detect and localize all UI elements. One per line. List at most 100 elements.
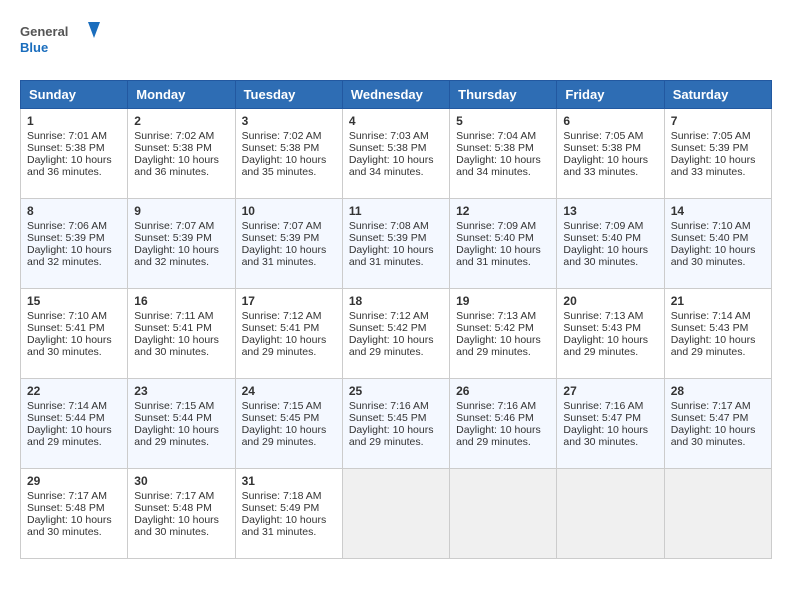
day-header-thursday: Thursday: [450, 81, 557, 109]
daylight-text: Daylight: 10 hours and 30 minutes.: [27, 334, 112, 358]
day-number: 16: [134, 294, 228, 308]
calendar-cell: 6 Sunrise: 7:05 AMSunset: 5:38 PMDaylight…: [557, 109, 664, 199]
daylight-text: Daylight: 10 hours and 33 minutes.: [671, 154, 756, 178]
sunrise-text: Sunrise: 7:13 AM: [456, 310, 536, 322]
calendar-cell: 7Sunrise: 7:05 AMSunset: 5:39 PMDaylight…: [664, 109, 771, 199]
day-number: 23: [134, 384, 228, 398]
daylight-text: Daylight: 10 hours and 29 minutes.: [456, 424, 541, 448]
sunrise-text: Sunrise: 7:18 AM: [242, 490, 322, 502]
day-header-saturday: Saturday: [664, 81, 771, 109]
daylight-text: Daylight: 10 hours and 29 minutes.: [134, 424, 219, 448]
sunset-text: Sunset: 5:38 PM: [27, 142, 105, 154]
day-number: 29: [27, 474, 121, 488]
calendar-week-row: 15Sunrise: 7:10 AMSunset: 5:41 PMDayligh…: [21, 289, 772, 379]
sunset-text: Sunset: 5:39 PM: [671, 142, 749, 154]
daylight-text: Daylight: 10 hours and 34 minutes.: [349, 154, 434, 178]
calendar-cell: 23Sunrise: 7:15 AMSunset: 5:44 PMDayligh…: [128, 379, 235, 469]
day-number: 27: [563, 384, 657, 398]
sunset-text: Sunset: 5:38 PM: [563, 142, 641, 154]
day-number: 14: [671, 204, 765, 218]
sunset-text: Sunset: 5:49 PM: [242, 502, 320, 514]
day-number: 4: [349, 114, 443, 128]
daylight-text: Daylight: 10 hours and 29 minutes.: [671, 334, 756, 358]
sunset-text: Sunset: 5:44 PM: [27, 412, 105, 424]
day-header-monday: Monday: [128, 81, 235, 109]
calendar-week-row: 29Sunrise: 7:17 AMSunset: 5:48 PMDayligh…: [21, 469, 772, 559]
sunset-text: Sunset: 5:39 PM: [242, 232, 320, 244]
sunset-text: Sunset: 5:40 PM: [456, 232, 534, 244]
sunset-text: Sunset: 5:47 PM: [671, 412, 749, 424]
day-header-wednesday: Wednesday: [342, 81, 449, 109]
day-number: 21: [671, 294, 765, 308]
calendar-cell: 1Sunrise: 7:01 AMSunset: 5:38 PMDaylight…: [21, 109, 128, 199]
calendar-table: SundayMondayTuesdayWednesdayThursdayFrid…: [20, 80, 772, 559]
calendar-cell: 21Sunrise: 7:14 AMSunset: 5:43 PMDayligh…: [664, 289, 771, 379]
day-number: 28: [671, 384, 765, 398]
day-number: 12: [456, 204, 550, 218]
sunset-text: Sunset: 5:45 PM: [242, 412, 320, 424]
daylight-text: Daylight: 10 hours and 30 minutes.: [563, 244, 648, 268]
svg-text:Blue: Blue: [20, 40, 48, 55]
sunrise-text: Sunrise: 7:15 AM: [242, 400, 322, 412]
day-header-friday: Friday: [557, 81, 664, 109]
calendar-week-row: 1Sunrise: 7:01 AMSunset: 5:38 PMDaylight…: [21, 109, 772, 199]
daylight-text: Daylight: 10 hours and 31 minutes.: [456, 244, 541, 268]
day-number: 20: [563, 294, 657, 308]
sunset-text: Sunset: 5:38 PM: [349, 142, 427, 154]
sunrise-text: Sunrise: 7:05 AM: [563, 130, 643, 142]
sunrise-text: Sunrise: 7:06 AM: [27, 220, 107, 232]
sunset-text: Sunset: 5:44 PM: [134, 412, 212, 424]
sunset-text: Sunset: 5:41 PM: [134, 322, 212, 334]
day-number: 2: [134, 114, 228, 128]
sunrise-text: Sunrise: 7:02 AM: [134, 130, 214, 142]
day-header-tuesday: Tuesday: [235, 81, 342, 109]
sunrise-text: Sunrise: 7:10 AM: [27, 310, 107, 322]
calendar-cell: 2Sunrise: 7:02 AMSunset: 5:38 PMDaylight…: [128, 109, 235, 199]
logo-svg: General Blue: [20, 20, 100, 64]
sunset-text: Sunset: 5:41 PM: [242, 322, 320, 334]
sunset-text: Sunset: 5:38 PM: [242, 142, 320, 154]
calendar-cell: 17Sunrise: 7:12 AMSunset: 5:41 PMDayligh…: [235, 289, 342, 379]
day-number: 1: [27, 114, 121, 128]
sunrise-text: Sunrise: 7:07 AM: [242, 220, 322, 232]
logo: General Blue: [20, 20, 100, 64]
calendar-cell: 20Sunrise: 7:13 AMSunset: 5:43 PMDayligh…: [557, 289, 664, 379]
sunrise-text: Sunrise: 7:14 AM: [671, 310, 751, 322]
daylight-text: Daylight: 10 hours and 31 minutes.: [242, 514, 327, 538]
sunset-text: Sunset: 5:38 PM: [134, 142, 212, 154]
sunset-text: Sunset: 5:39 PM: [134, 232, 212, 244]
daylight-text: Daylight: 10 hours and 31 minutes.: [242, 244, 327, 268]
calendar-cell: 22Sunrise: 7:14 AMSunset: 5:44 PMDayligh…: [21, 379, 128, 469]
sunrise-text: Sunrise: 7:12 AM: [349, 310, 429, 322]
calendar-cell: [450, 469, 557, 559]
day-number: 8: [27, 204, 121, 218]
calendar-cell: 10Sunrise: 7:07 AMSunset: 5:39 PMDayligh…: [235, 199, 342, 289]
sunrise-text: Sunrise: 7:03 AM: [349, 130, 429, 142]
sunrise-text: Sunrise: 7:07 AM: [134, 220, 214, 232]
day-number: 7: [671, 114, 765, 128]
day-number: 25: [349, 384, 443, 398]
daylight-text: Daylight: 10 hours and 30 minutes.: [671, 244, 756, 268]
sunset-text: Sunset: 5:48 PM: [27, 502, 105, 514]
day-number: 30: [134, 474, 228, 488]
sunrise-text: Sunrise: 7:17 AM: [134, 490, 214, 502]
daylight-text: Daylight: 10 hours and 36 minutes.: [27, 154, 112, 178]
daylight-text: Daylight: 10 hours and 30 minutes.: [134, 514, 219, 538]
daylight-text: Daylight: 10 hours and 32 minutes.: [134, 244, 219, 268]
day-number: 9: [134, 204, 228, 218]
day-number: 6: [563, 114, 657, 128]
calendar-cell: 27Sunrise: 7:16 AMSunset: 5:47 PMDayligh…: [557, 379, 664, 469]
daylight-text: Daylight: 10 hours and 30 minutes.: [27, 514, 112, 538]
calendar-cell: 16Sunrise: 7:11 AMSunset: 5:41 PMDayligh…: [128, 289, 235, 379]
calendar-cell: 15Sunrise: 7:10 AMSunset: 5:41 PMDayligh…: [21, 289, 128, 379]
daylight-text: Daylight: 10 hours and 33 minutes.: [563, 154, 648, 178]
sunset-text: Sunset: 5:47 PM: [563, 412, 641, 424]
sunrise-text: Sunrise: 7:17 AM: [27, 490, 107, 502]
day-number: 17: [242, 294, 336, 308]
day-number: 31: [242, 474, 336, 488]
daylight-text: Daylight: 10 hours and 30 minutes.: [134, 334, 219, 358]
daylight-text: Daylight: 10 hours and 29 minutes.: [349, 424, 434, 448]
daylight-text: Daylight: 10 hours and 29 minutes.: [242, 424, 327, 448]
calendar-cell: 28Sunrise: 7:17 AMSunset: 5:47 PMDayligh…: [664, 379, 771, 469]
calendar-cell: 18Sunrise: 7:12 AMSunset: 5:42 PMDayligh…: [342, 289, 449, 379]
